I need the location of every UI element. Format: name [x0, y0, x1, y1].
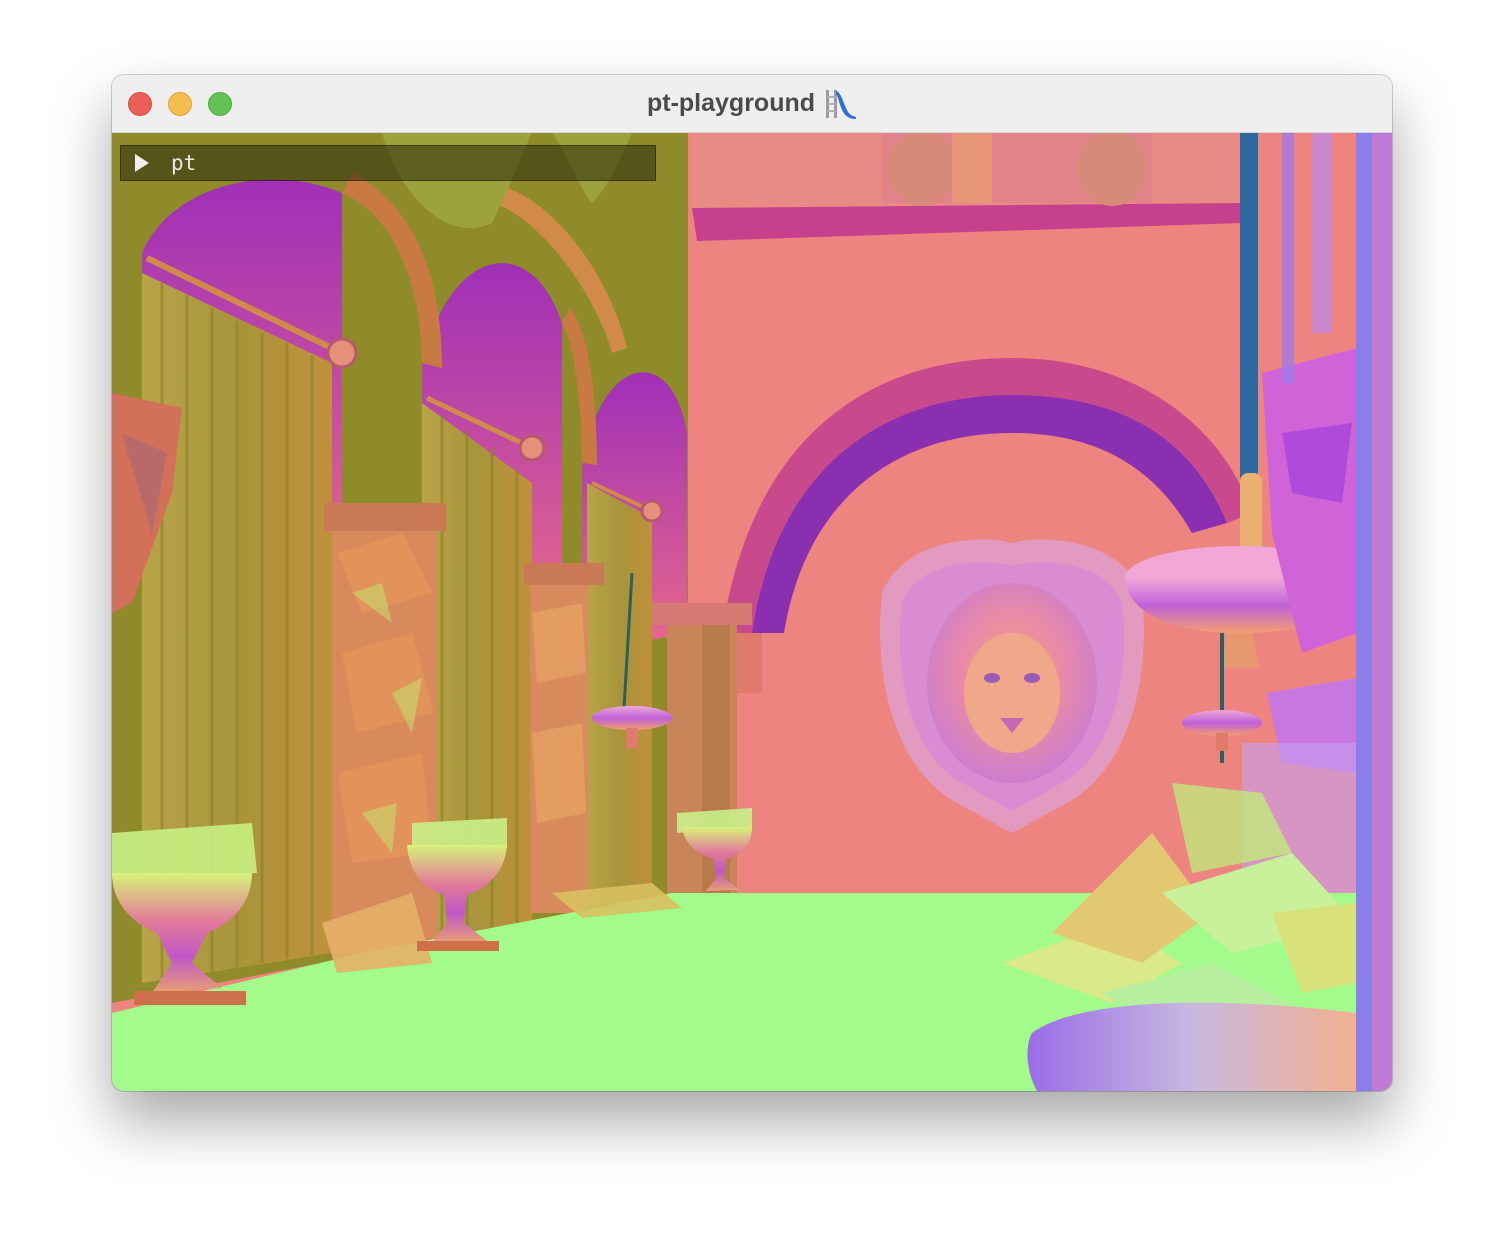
rendered-scene [112, 133, 1392, 1091]
title-bar[interactable]: pt-playground [112, 75, 1392, 133]
menu-label[interactable]: pt [171, 151, 196, 175]
app-window: pt-playground pt [112, 75, 1392, 1091]
debug-menu-bar[interactable]: pt [120, 145, 656, 181]
playground-slide-icon [823, 88, 857, 120]
window-title: pt-playground [112, 75, 1392, 132]
window-title-text: pt-playground [646, 89, 816, 117]
render-viewport[interactable]: pt [112, 133, 1392, 1091]
triangle-right-icon[interactable] [135, 154, 149, 172]
